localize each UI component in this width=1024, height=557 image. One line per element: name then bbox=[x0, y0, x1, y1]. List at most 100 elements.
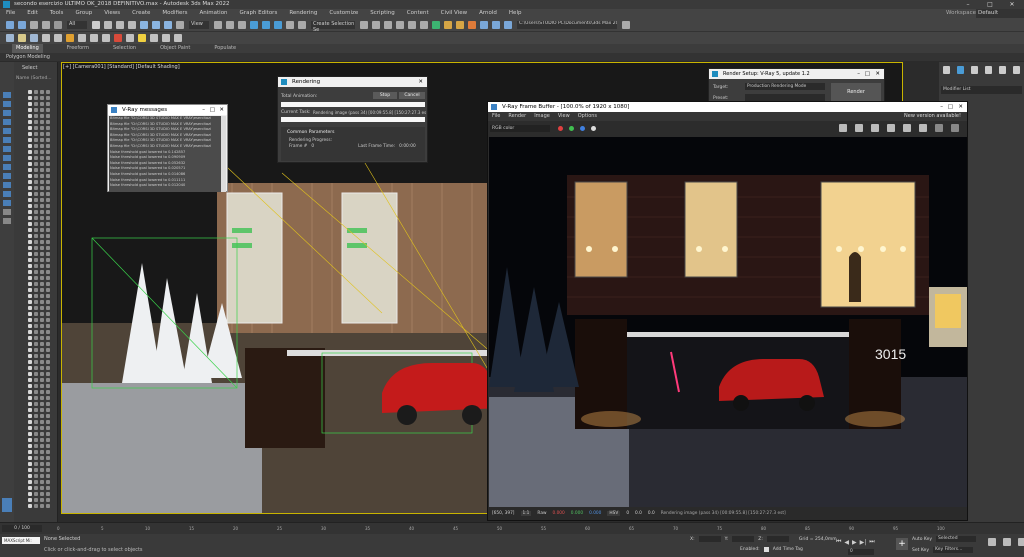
scene-object-row[interactable] bbox=[28, 456, 56, 461]
freeze-toggle-icon[interactable] bbox=[46, 480, 50, 484]
visibility-eye-icon[interactable] bbox=[28, 462, 32, 466]
percent-snap-icon[interactable] bbox=[274, 20, 282, 29]
freeze-toggle-icon[interactable] bbox=[34, 396, 38, 400]
freeze-toggle-icon[interactable] bbox=[40, 306, 44, 310]
scene-object-row[interactable] bbox=[28, 270, 56, 275]
vray-lights-icon[interactable] bbox=[492, 20, 500, 29]
scene-object-row[interactable] bbox=[28, 372, 56, 377]
scene-object-row[interactable] bbox=[28, 102, 56, 107]
scene-object-row[interactable] bbox=[28, 150, 56, 155]
visibility-eye-icon[interactable] bbox=[28, 474, 32, 478]
freeze-toggle-icon[interactable] bbox=[40, 486, 44, 490]
scene-object-row[interactable] bbox=[28, 120, 56, 125]
freeze-toggle-icon[interactable] bbox=[40, 462, 44, 466]
channel-dropdown[interactable]: RGB color bbox=[490, 124, 550, 132]
freeze-toggle-icon[interactable] bbox=[46, 492, 50, 496]
redo-icon[interactable] bbox=[18, 20, 26, 29]
scene-object-row[interactable] bbox=[28, 126, 56, 131]
freeze-toggle-icon[interactable] bbox=[40, 360, 44, 364]
freeze-toggle-icon[interactable] bbox=[46, 330, 50, 334]
vfb-menu-view[interactable]: View bbox=[558, 112, 570, 121]
set-key-button[interactable]: Set Key bbox=[912, 548, 929, 553]
scene-object-row[interactable] bbox=[28, 498, 56, 503]
freeze-toggle-icon[interactable] bbox=[40, 192, 44, 196]
freeze-toggle-icon[interactable] bbox=[40, 180, 44, 184]
freeze-toggle-icon[interactable] bbox=[34, 108, 38, 112]
visibility-eye-icon[interactable] bbox=[28, 144, 32, 148]
vray-light-icon[interactable] bbox=[66, 34, 74, 42]
visibility-eye-icon[interactable] bbox=[28, 504, 32, 508]
visibility-eye-icon[interactable] bbox=[28, 150, 32, 154]
freeze-toggle-icon[interactable] bbox=[34, 318, 38, 322]
display-none-icon[interactable] bbox=[3, 101, 11, 107]
freeze-toggle-icon[interactable] bbox=[34, 282, 38, 286]
freeze-toggle-icon[interactable] bbox=[40, 114, 44, 118]
visibility-eye-icon[interactable] bbox=[28, 138, 32, 142]
freeze-toggle-icon[interactable] bbox=[46, 282, 50, 286]
scene-object-row[interactable] bbox=[28, 348, 56, 353]
visibility-eye-icon[interactable] bbox=[28, 354, 32, 358]
play-icon[interactable]: ▶ bbox=[852, 539, 857, 546]
visibility-eye-icon[interactable] bbox=[28, 174, 32, 178]
vray-dome-icon[interactable] bbox=[30, 34, 38, 42]
scene-object-row[interactable] bbox=[28, 360, 56, 365]
clear-image-icon[interactable] bbox=[855, 124, 863, 132]
freeze-toggle-icon[interactable] bbox=[46, 414, 50, 418]
menu-help[interactable]: Help bbox=[509, 9, 522, 18]
raw-toggle[interactable]: Raw bbox=[537, 511, 546, 516]
scene-object-list[interactable] bbox=[28, 90, 56, 510]
scene-object-row[interactable] bbox=[28, 204, 56, 209]
resize-icon[interactable] bbox=[887, 124, 895, 132]
vray-sphere-icon[interactable] bbox=[90, 34, 98, 42]
visibility-eye-icon[interactable] bbox=[28, 492, 32, 496]
freeze-toggle-icon[interactable] bbox=[40, 480, 44, 484]
freeze-toggle-icon[interactable] bbox=[34, 120, 38, 124]
freeze-toggle-icon[interactable] bbox=[46, 270, 50, 274]
visibility-eye-icon[interactable] bbox=[28, 258, 32, 262]
visibility-eye-icon[interactable] bbox=[28, 438, 32, 442]
freeze-toggle-icon[interactable] bbox=[40, 336, 44, 340]
red-channel-icon[interactable] bbox=[558, 125, 563, 131]
freeze-toggle-icon[interactable] bbox=[46, 216, 50, 220]
color-space-dropdown[interactable]: HSV bbox=[607, 511, 621, 516]
selection-filter-dropdown[interactable]: All bbox=[67, 20, 87, 29]
scene-object-row[interactable] bbox=[28, 198, 56, 203]
freeze-toggle-icon[interactable] bbox=[46, 114, 50, 118]
visibility-eye-icon[interactable] bbox=[28, 384, 32, 388]
visibility-eye-icon[interactable] bbox=[28, 456, 32, 460]
ribbon-tab-modeling[interactable]: Modeling bbox=[12, 44, 43, 53]
freeze-toggle-icon[interactable] bbox=[40, 330, 44, 334]
visibility-eye-icon[interactable] bbox=[28, 204, 32, 208]
scene-object-row[interactable] bbox=[28, 408, 56, 413]
freeze-toggle-icon[interactable] bbox=[40, 390, 44, 394]
visibility-eye-icon[interactable] bbox=[28, 210, 32, 214]
freeze-toggle-icon[interactable] bbox=[34, 246, 38, 250]
scene-object-row[interactable] bbox=[28, 276, 56, 281]
freeze-toggle-icon[interactable] bbox=[40, 162, 44, 166]
visibility-eye-icon[interactable] bbox=[28, 264, 32, 268]
freeze-toggle-icon[interactable] bbox=[40, 414, 44, 418]
unlink-icon[interactable] bbox=[42, 20, 50, 29]
select-by-name-icon[interactable] bbox=[104, 20, 112, 29]
freeze-toggle-icon[interactable] bbox=[34, 384, 38, 388]
vfb-menu-options[interactable]: Options bbox=[578, 112, 597, 121]
close-icon[interactable]: ✕ bbox=[219, 105, 224, 115]
freeze-toggle-icon[interactable] bbox=[34, 366, 38, 370]
move-icon[interactable] bbox=[140, 20, 148, 29]
freeze-toggle-icon[interactable] bbox=[46, 450, 50, 454]
visibility-eye-icon[interactable] bbox=[28, 120, 32, 124]
bind-spacewarp-icon[interactable] bbox=[54, 20, 62, 29]
visibility-eye-icon[interactable] bbox=[28, 288, 32, 292]
vray-proxy-icon[interactable] bbox=[42, 34, 50, 42]
render-button[interactable]: Render bbox=[831, 83, 881, 101]
freeze-toggle-icon[interactable] bbox=[34, 180, 38, 184]
freeze-toggle-icon[interactable] bbox=[46, 138, 50, 142]
visibility-eye-icon[interactable] bbox=[28, 330, 32, 334]
visibility-eye-icon[interactable] bbox=[28, 234, 32, 238]
freeze-toggle-icon[interactable] bbox=[46, 306, 50, 310]
freeze-toggle-icon[interactable] bbox=[46, 174, 50, 178]
scene-object-row[interactable] bbox=[28, 450, 56, 455]
add-time-tag-button[interactable]: Add Time Tag bbox=[773, 547, 803, 552]
vray-toolbar-icon[interactable] bbox=[480, 20, 488, 29]
scene-object-row[interactable] bbox=[28, 168, 56, 173]
